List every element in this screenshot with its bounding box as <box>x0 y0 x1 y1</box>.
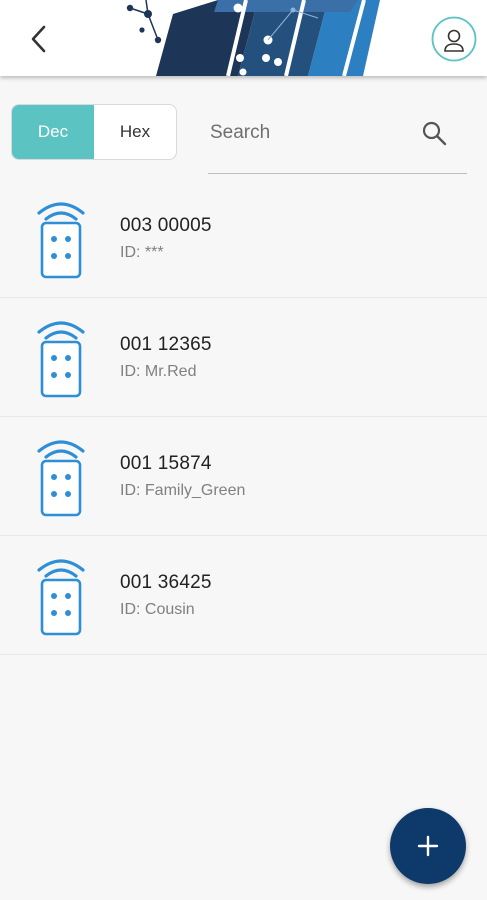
profile-button[interactable] <box>431 16 477 62</box>
add-remote-button[interactable] <box>390 808 466 884</box>
hex-toggle-button[interactable]: Hex <box>94 105 176 159</box>
remote-code: 001 12365 <box>120 334 212 355</box>
remote-control-icon <box>37 321 85 398</box>
back-button[interactable] <box>22 20 56 58</box>
remote-id: ID: Mr.Red <box>120 363 197 380</box>
remote-control-icon <box>37 559 85 636</box>
cube-network-logo <box>126 0 380 76</box>
remote-code: 001 15874 <box>120 453 212 474</box>
list-item[interactable]: 001 12365 ID: Mr.Red <box>0 298 487 417</box>
remote-id: ID: Cousin <box>120 601 195 618</box>
search-input[interactable] <box>208 114 412 152</box>
dec-toggle-button[interactable]: Dec <box>12 105 94 159</box>
list-item[interactable]: 001 36425 ID: Cousin <box>0 536 487 655</box>
remote-id: ID: Family_Green <box>120 482 246 499</box>
remote-code: 001 36425 <box>120 572 212 593</box>
list-item[interactable]: 003 00005 ID: *** <box>0 179 487 298</box>
remote-list: 003 00005 ID: *** 001 12365 ID: Mr.Red 0… <box>0 179 487 655</box>
remote-control-icon <box>37 202 85 279</box>
remote-control-icon <box>37 440 85 517</box>
app-header <box>0 0 487 76</box>
user-profile-icon <box>431 16 477 62</box>
app-screen: Dec Hex 003 00005 ID: *** <box>0 0 487 900</box>
remote-code: 003 00005 <box>120 215 212 236</box>
search-icon[interactable] <box>421 120 447 146</box>
list-item[interactable]: 001 15874 ID: Family_Green <box>0 417 487 536</box>
search-bar <box>208 104 467 174</box>
remote-id: ID: *** <box>120 244 164 261</box>
number-format-toggle: Dec Hex <box>11 104 177 160</box>
plus-icon <box>417 835 439 857</box>
chevron-left-icon <box>31 25 46 53</box>
